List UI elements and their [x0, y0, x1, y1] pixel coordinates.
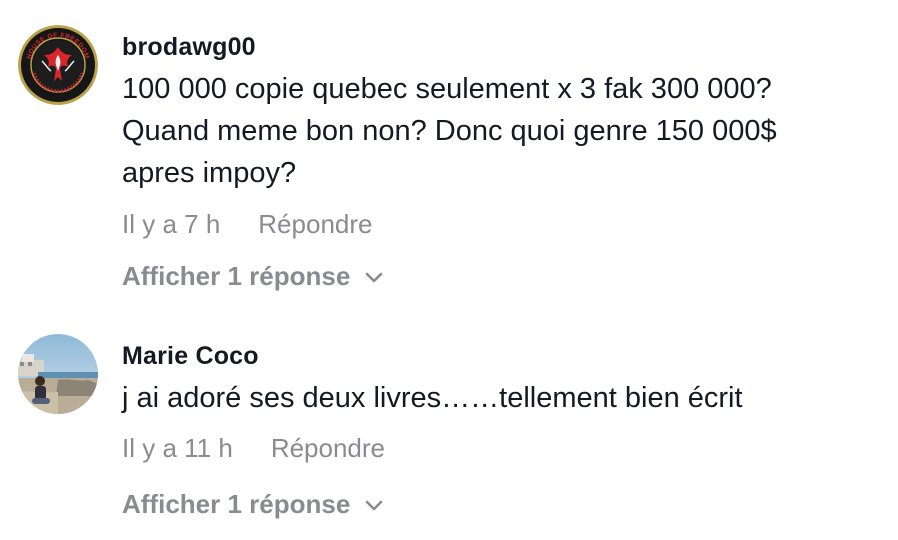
view-replies-label: Afficher 1 réponse — [122, 489, 351, 519]
comment-meta: Il y a 7 h Répondre — [122, 209, 372, 240]
seaside-photo-avatar — [18, 334, 98, 414]
comment-timestamp: Il y a 7 h — [122, 209, 221, 239]
phoenix-emblem-icon: HOUSE OF FREEDOM — [18, 25, 98, 105]
view-replies-button[interactable]: Afficher 1 réponse — [122, 261, 384, 292]
comment-text: 100 000 copie quebec seulement x 3 fak 3… — [122, 68, 882, 194]
comment-username[interactable]: brodawg00 — [122, 33, 256, 62]
chevron-down-icon — [365, 500, 383, 510]
comment-text: j ai adoré ses deux livres……tellement bi… — [122, 377, 882, 419]
reply-button[interactable]: Répondre — [258, 209, 372, 239]
comment-meta: Il y a 11 h Répondre — [122, 433, 385, 464]
comment-text-line: 100 000 copie quebec seulement x 3 fak 3… — [122, 73, 772, 105]
comment-username[interactable]: Marie Coco — [122, 342, 259, 371]
avatar[interactable]: HOUSE OF FREEDOM — [18, 25, 98, 105]
comment-item: Marie Coco j ai adoré ses deux livres……t… — [0, 300, 898, 540]
avatar[interactable] — [18, 334, 98, 414]
comment-timestamp: Il y a 11 h — [122, 433, 233, 463]
view-replies-button[interactable]: Afficher 1 réponse — [122, 489, 384, 520]
comment-text-line: apres impoy? — [122, 157, 297, 189]
view-replies-label: Afficher 1 réponse — [122, 261, 351, 291]
comment-item: HOUSE OF FREEDOM brodawg00 100 000 copie… — [0, 0, 898, 300]
reply-button[interactable]: Répondre — [271, 433, 385, 463]
comment-text-line: j ai adoré ses deux livres……tellement bi… — [122, 382, 743, 414]
comment-text-line: Quand meme bon non? Donc quoi genre 150 … — [122, 115, 777, 147]
chevron-down-icon — [365, 272, 383, 282]
